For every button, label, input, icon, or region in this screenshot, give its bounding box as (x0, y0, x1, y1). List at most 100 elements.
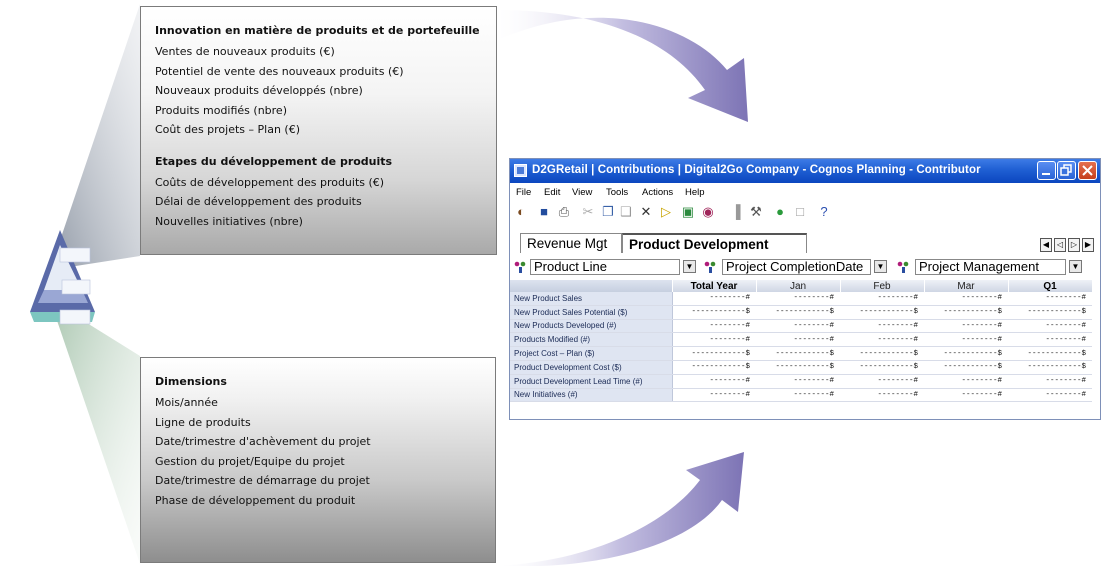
grid-cell[interactable]: ------------$ (840, 305, 924, 320)
column-header[interactable]: Feb (840, 280, 925, 292)
column-header[interactable]: Jan (756, 280, 841, 292)
target-icon[interactable]: ◉ (700, 204, 716, 220)
column-header[interactable]: Mar (924, 280, 1009, 292)
dimension-line: Ligne de produits (155, 415, 251, 429)
grid-cell[interactable]: --------# (840, 388, 924, 403)
grid-cell[interactable]: --------# (1008, 388, 1092, 403)
grid-cell[interactable]: --------# (1008, 319, 1092, 334)
open-icon[interactable]: ◐ (513, 204, 529, 220)
grid-cell[interactable]: ------------$ (672, 305, 756, 320)
grid-cell[interactable]: ------------$ (1008, 360, 1092, 375)
row-label: Products Modified (#) (510, 332, 673, 348)
grid-cell[interactable]: --------# (672, 332, 756, 348)
chevron-down-icon[interactable]: ▼ (874, 260, 887, 273)
export-icon[interactable]: ▣ (680, 204, 696, 220)
chart-icon[interactable]: ▐ (728, 204, 744, 220)
app-icon (514, 164, 527, 177)
print-icon[interactable]: ⎙ (556, 204, 572, 220)
tag-icon[interactable]: ▷ (658, 204, 674, 220)
delete-icon[interactable]: ✕ (638, 204, 654, 220)
grid-cell[interactable]: --------# (924, 332, 1008, 348)
close-button[interactable] (1078, 161, 1097, 180)
paste-icon[interactable]: ❑ (618, 204, 634, 220)
dimension-line: Date/trimestre de démarrage du projet (155, 474, 370, 487)
grid-cell[interactable]: --------# (756, 388, 840, 403)
tools-icon[interactable]: ⚒ (748, 204, 764, 220)
grid-cell[interactable]: ------------$ (756, 360, 840, 375)
project-management-select[interactable]: Project Management (915, 259, 1066, 275)
product-line-select[interactable]: Product Line (530, 259, 680, 275)
grid-cell[interactable]: ------------$ (924, 360, 1008, 375)
grid-cell[interactable]: ------------$ (840, 346, 924, 361)
data-grid: Total Year Jan Feb Mar Q1 New Product Sa… (510, 280, 1093, 403)
first-tab-icon[interactable]: ◀ (1040, 238, 1052, 252)
toolbar: ◐ ■ ⎙ ✂ ❐ ❑ ✕ ▷ ▣ ◉ ▐ ⚒ ● □ ? (510, 201, 1100, 223)
reject-icon[interactable]: □ (792, 204, 808, 220)
grid-cell[interactable]: ------------$ (924, 305, 1008, 320)
window-title: D2GRetail | Contributions | Digital2Go C… (532, 164, 981, 176)
restore-icon (1060, 164, 1072, 176)
grid-cell[interactable]: ------------$ (756, 346, 840, 361)
grid-cell[interactable]: ------------$ (672, 346, 756, 361)
menu-tools[interactable]: Tools (606, 187, 628, 198)
grid-cell[interactable]: --------# (1008, 332, 1092, 348)
grid-cell[interactable]: ------------$ (924, 346, 1008, 361)
last-tab-icon[interactable]: ▶ (1082, 238, 1094, 252)
next-tab-icon[interactable]: ▷ (1068, 238, 1080, 252)
menu-help[interactable]: Help (685, 187, 705, 198)
menu-view[interactable]: View (572, 187, 592, 198)
grid-cell[interactable]: --------# (672, 388, 756, 403)
restore-button[interactable] (1057, 161, 1076, 180)
grid-cell[interactable]: --------# (840, 292, 924, 306)
tab-revenue-mgt[interactable]: Revenue Mgt (520, 233, 622, 253)
grid-cell[interactable]: --------# (672, 292, 756, 306)
chevron-down-icon[interactable]: ▼ (683, 260, 696, 273)
submit-icon[interactable]: ● (772, 204, 788, 220)
copy-icon[interactable]: ❐ (600, 204, 616, 220)
grid-cell[interactable]: ------------$ (756, 305, 840, 320)
grid-cell[interactable]: --------# (840, 319, 924, 334)
grid-cell[interactable]: ------------$ (672, 360, 756, 375)
menu-actions[interactable]: Actions (642, 187, 673, 198)
grid-cell[interactable]: --------# (924, 319, 1008, 334)
column-header[interactable]: Q1 (1008, 280, 1093, 292)
column-header[interactable]: Total Year (672, 280, 757, 292)
dimension-line: Phase de développement du produit (155, 493, 356, 507)
grid-cell[interactable]: --------# (756, 319, 840, 334)
grid-cell[interactable]: --------# (924, 388, 1008, 403)
title-bar[interactable]: D2GRetail | Contributions | Digital2Go C… (510, 159, 1100, 183)
grid-cell[interactable]: --------# (672, 374, 756, 389)
grid-cell[interactable]: --------# (840, 332, 924, 348)
help-icon[interactable]: ? (816, 204, 832, 220)
grid-cell[interactable]: --------# (756, 374, 840, 389)
completion-date-select[interactable]: Project CompletionDate (722, 259, 871, 275)
grid-cell[interactable]: --------# (1008, 292, 1092, 306)
minimize-button[interactable] (1037, 161, 1056, 180)
row-label: New Product Sales Potential ($) (510, 305, 673, 320)
grid-cell[interactable]: --------# (1008, 374, 1092, 389)
bottom-beam (50, 300, 140, 564)
menu-file[interactable]: File (516, 187, 531, 198)
grid-cell[interactable]: --------# (756, 292, 840, 306)
bottom-arrow (498, 452, 744, 566)
kpi-line: Coûts de développement des produits (€) (155, 175, 385, 189)
menu-edit[interactable]: Edit (544, 187, 560, 198)
dimension-line: Mois/année (155, 396, 218, 409)
grid-cell[interactable]: ------------$ (1008, 305, 1092, 320)
grid-cell[interactable]: --------# (672, 319, 756, 334)
grid-cell[interactable]: --------# (924, 292, 1008, 306)
grid-cell[interactable]: --------# (840, 374, 924, 389)
prev-tab-icon[interactable]: ◁ (1054, 238, 1066, 252)
kpi-line: Potentiel de vente des nouveaux produits… (155, 64, 404, 78)
grid-cell[interactable]: --------# (924, 374, 1008, 389)
kpi-line: Délai de développement des produits (155, 195, 362, 208)
grid-cell[interactable]: ------------$ (840, 360, 924, 375)
tab-product-development[interactable]: Product Development (622, 233, 807, 253)
kpi-line: Nouveaux produits développés (nbre) (155, 84, 363, 97)
grid-cell[interactable]: ------------$ (1008, 346, 1092, 361)
table-row: Project Cost – Plan ($) ------------$ --… (510, 346, 1092, 361)
chevron-down-icon[interactable]: ▼ (1069, 260, 1082, 273)
grid-cell[interactable]: --------# (756, 332, 840, 348)
cut-icon[interactable]: ✂ (580, 204, 596, 220)
save-icon[interactable]: ■ (536, 204, 552, 220)
